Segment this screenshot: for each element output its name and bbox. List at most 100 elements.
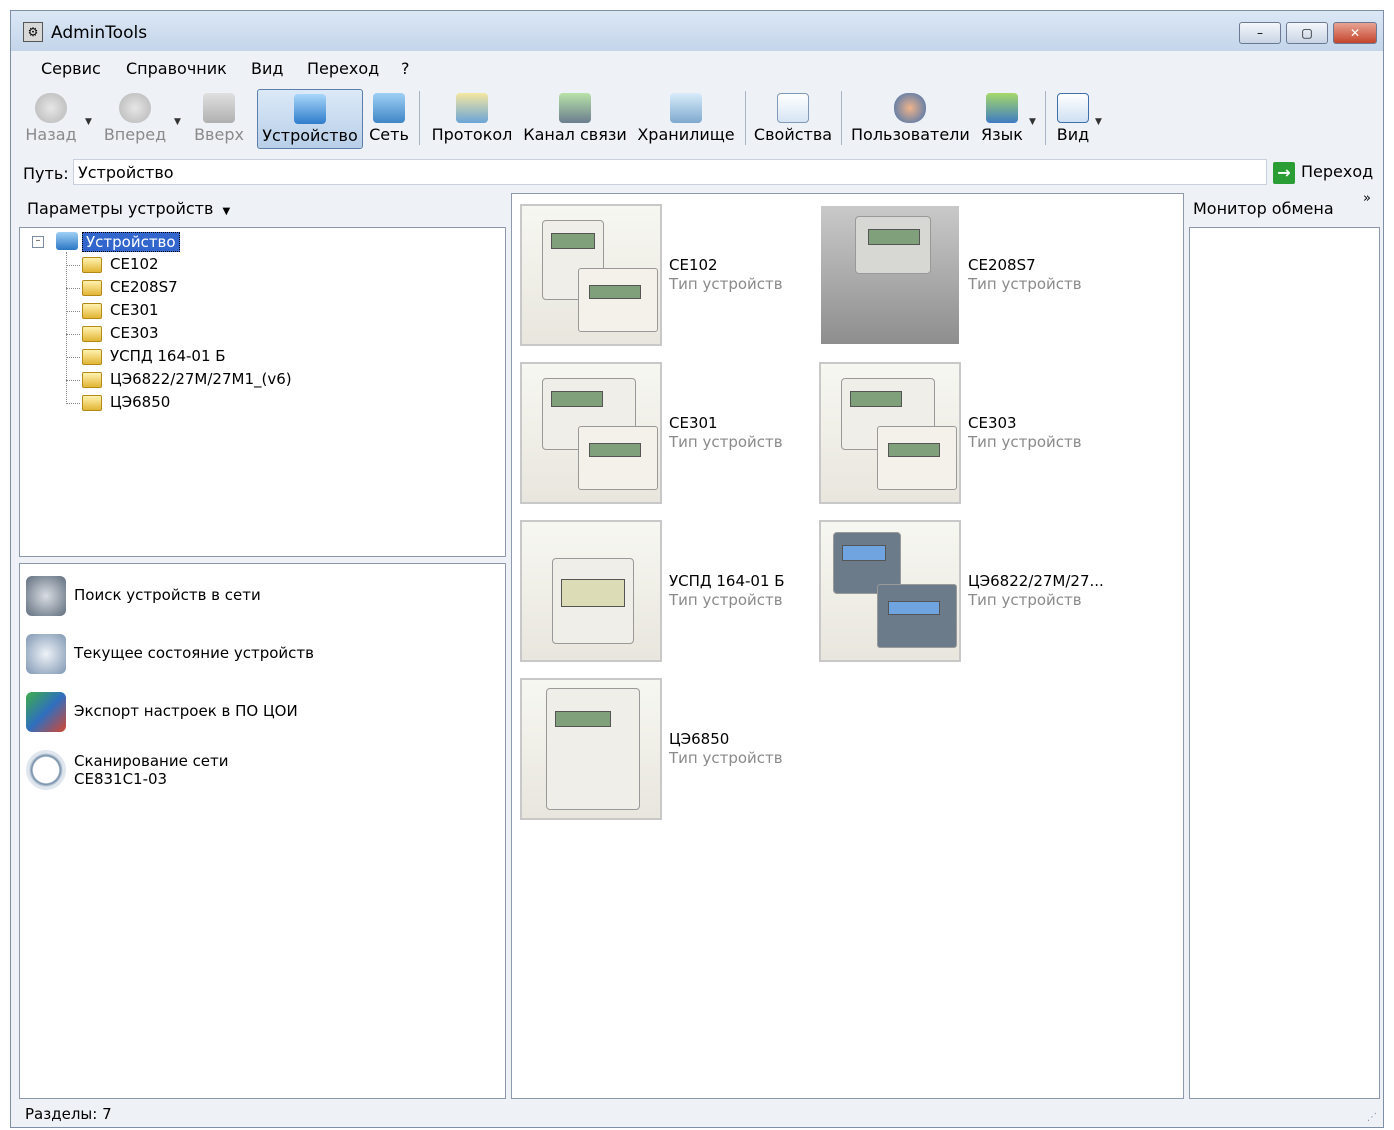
devices-panel: CE102 Тип устройств CE208S7 Тип устройст… — [511, 193, 1184, 1099]
device-thumbnail — [819, 362, 961, 504]
folder-icon — [82, 257, 102, 273]
magnifier-icon — [26, 750, 66, 790]
toolbar-separator — [1045, 91, 1046, 145]
device-card-ce102[interactable]: CE102 Тип устройств — [516, 194, 812, 346]
protocol-icon — [456, 93, 488, 123]
device-button[interactable]: Устройство — [257, 89, 363, 149]
checklist-icon — [777, 93, 809, 123]
back-button[interactable]: Назад — [21, 89, 81, 149]
users-label: Пользователи — [851, 125, 970, 144]
task-search-devices[interactable]: Поиск устройств в сети — [26, 574, 496, 620]
forward-arrow-icon — [119, 93, 151, 123]
menu-service[interactable]: Сервис — [41, 59, 101, 78]
network-button[interactable]: Сеть — [367, 89, 411, 149]
path-bar: Путь: Устройство → Переход — [11, 157, 1383, 187]
device-params-header[interactable]: Параметры устройств ▼ — [27, 199, 230, 218]
task-device-status[interactable]: Текущее состояние устройств — [26, 632, 496, 678]
device-type: Тип устройств — [669, 275, 783, 293]
device-card-ce301[interactable]: CE301 Тип устройств — [516, 352, 812, 504]
device-card-uspd[interactable]: УСПД 164-01 Б Тип устройств — [516, 510, 812, 662]
device-card-ce6850[interactable]: ЦЭ6850 Тип устройств — [516, 668, 812, 820]
users-button[interactable]: Пользователи — [851, 89, 970, 149]
device-thumbnail — [520, 520, 662, 662]
device-params-title: Параметры устройств — [27, 199, 214, 218]
view-label: Вид — [1056, 125, 1090, 144]
status-text: Разделы: 7 — [25, 1105, 112, 1123]
device-icon — [294, 94, 326, 124]
device-type: Тип устройств — [968, 433, 1082, 451]
tree-connector — [66, 252, 67, 404]
device-type: Тип устройств — [669, 591, 783, 609]
tree-root-device[interactable]: Устройство — [82, 232, 180, 252]
channel-button[interactable]: Канал связи — [523, 89, 627, 149]
device-card-ce303[interactable]: CE303 Тип устройств — [815, 352, 1111, 504]
task-export-settings[interactable]: Экспорт настроек в ПО ЦОИ — [26, 690, 496, 736]
back-dropdown-icon[interactable]: ▼ — [85, 117, 92, 127]
close-button[interactable]: ✕ — [1333, 22, 1377, 44]
menu-help[interactable]: ? — [401, 59, 410, 78]
toolbar-separator — [745, 91, 746, 145]
window-title: AdminTools — [51, 23, 148, 43]
language-label: Язык — [981, 125, 1023, 144]
language-dropdown-icon[interactable]: ▼ — [1029, 117, 1036, 127]
view-button[interactable]: Вид — [1053, 89, 1093, 149]
minimize-button[interactable]: – — [1239, 22, 1281, 44]
monitor-header: Монитор обмена — [1193, 199, 1334, 218]
device-thumbnail — [520, 678, 662, 820]
go-label: Переход — [1301, 162, 1374, 181]
forward-dropdown-icon[interactable]: ▼ — [174, 117, 181, 127]
tasks-panel: Поиск устройств в сети Текущее состояние… — [19, 563, 506, 1099]
app-icon: ⚙ — [23, 22, 43, 42]
storage-icon — [670, 93, 702, 123]
tree-collapse-icon[interactable]: – — [32, 236, 44, 248]
path-input[interactable]: Устройство — [73, 159, 1267, 185]
task-network-scan[interactable]: Сканирование сети CE831C1-03 — [26, 748, 496, 794]
device-type: Тип устройств — [669, 749, 783, 767]
folder-icon — [82, 326, 102, 342]
folder-icon — [82, 303, 102, 319]
go-arrow-icon: → — [1273, 161, 1295, 184]
device-name: ЦЭ6850 — [669, 730, 730, 748]
forward-button[interactable]: Вперед — [103, 89, 167, 149]
back-arrow-icon — [35, 93, 67, 123]
device-thumbnail — [520, 204, 662, 346]
device-name: ЦЭ6822/27М/27... — [968, 572, 1104, 590]
storage-button[interactable]: Хранилище — [635, 89, 737, 149]
device-type: Тип устройств — [669, 433, 783, 451]
device-label: Устройство — [262, 126, 358, 145]
channel-icon — [559, 93, 591, 123]
computer-icon — [56, 232, 78, 250]
view-dropdown-icon[interactable]: ▼ — [1095, 117, 1102, 127]
chevron-down-icon: ▼ — [222, 206, 231, 217]
go-button[interactable]: → Переход — [1273, 159, 1373, 185]
toolbar-separator — [841, 91, 842, 145]
protocol-label: Протокол — [431, 125, 513, 144]
users-icon — [894, 93, 926, 123]
device-name: CE208S7 — [968, 256, 1036, 274]
menu-navigate[interactable]: Переход — [307, 59, 379, 78]
up-arrow-icon — [203, 93, 235, 123]
device-card-ce208s7[interactable]: CE208S7 Тип устройств — [815, 194, 1111, 346]
forward-label: Вперед — [103, 125, 167, 144]
maximize-button[interactable]: ▢ — [1286, 22, 1328, 44]
expand-icon[interactable]: » — [1363, 191, 1371, 206]
storage-label: Хранилище — [637, 125, 735, 144]
properties-button[interactable]: Свойства — [753, 89, 833, 149]
folder-icon — [82, 349, 102, 365]
device-thumbnail — [819, 520, 961, 662]
resize-grip-icon[interactable]: ⋰ — [1367, 1112, 1377, 1123]
device-name: УСПД 164-01 Б — [669, 572, 785, 590]
folder-icon — [82, 395, 102, 411]
protocol-button[interactable]: Протокол — [429, 89, 515, 149]
menu-view[interactable]: Вид — [251, 59, 283, 78]
menu-reference[interactable]: Справочник — [126, 59, 227, 78]
app-window: ⚙ AdminTools – ▢ ✕ Сервис Справочник Вид… — [10, 10, 1384, 1128]
status-bar: Разделы: 7 ⋰ — [11, 1101, 1383, 1127]
device-status-icon — [26, 634, 66, 674]
folder-icon — [82, 372, 102, 388]
path-label: Путь: — [23, 164, 69, 183]
menu-bar: Сервис Справочник Вид Переход ? — [11, 55, 1383, 81]
up-button[interactable]: Вверх — [191, 89, 247, 149]
device-card-ce6822[interactable]: ЦЭ6822/27М/27... Тип устройств — [815, 510, 1111, 662]
language-button[interactable]: Язык — [977, 89, 1027, 149]
